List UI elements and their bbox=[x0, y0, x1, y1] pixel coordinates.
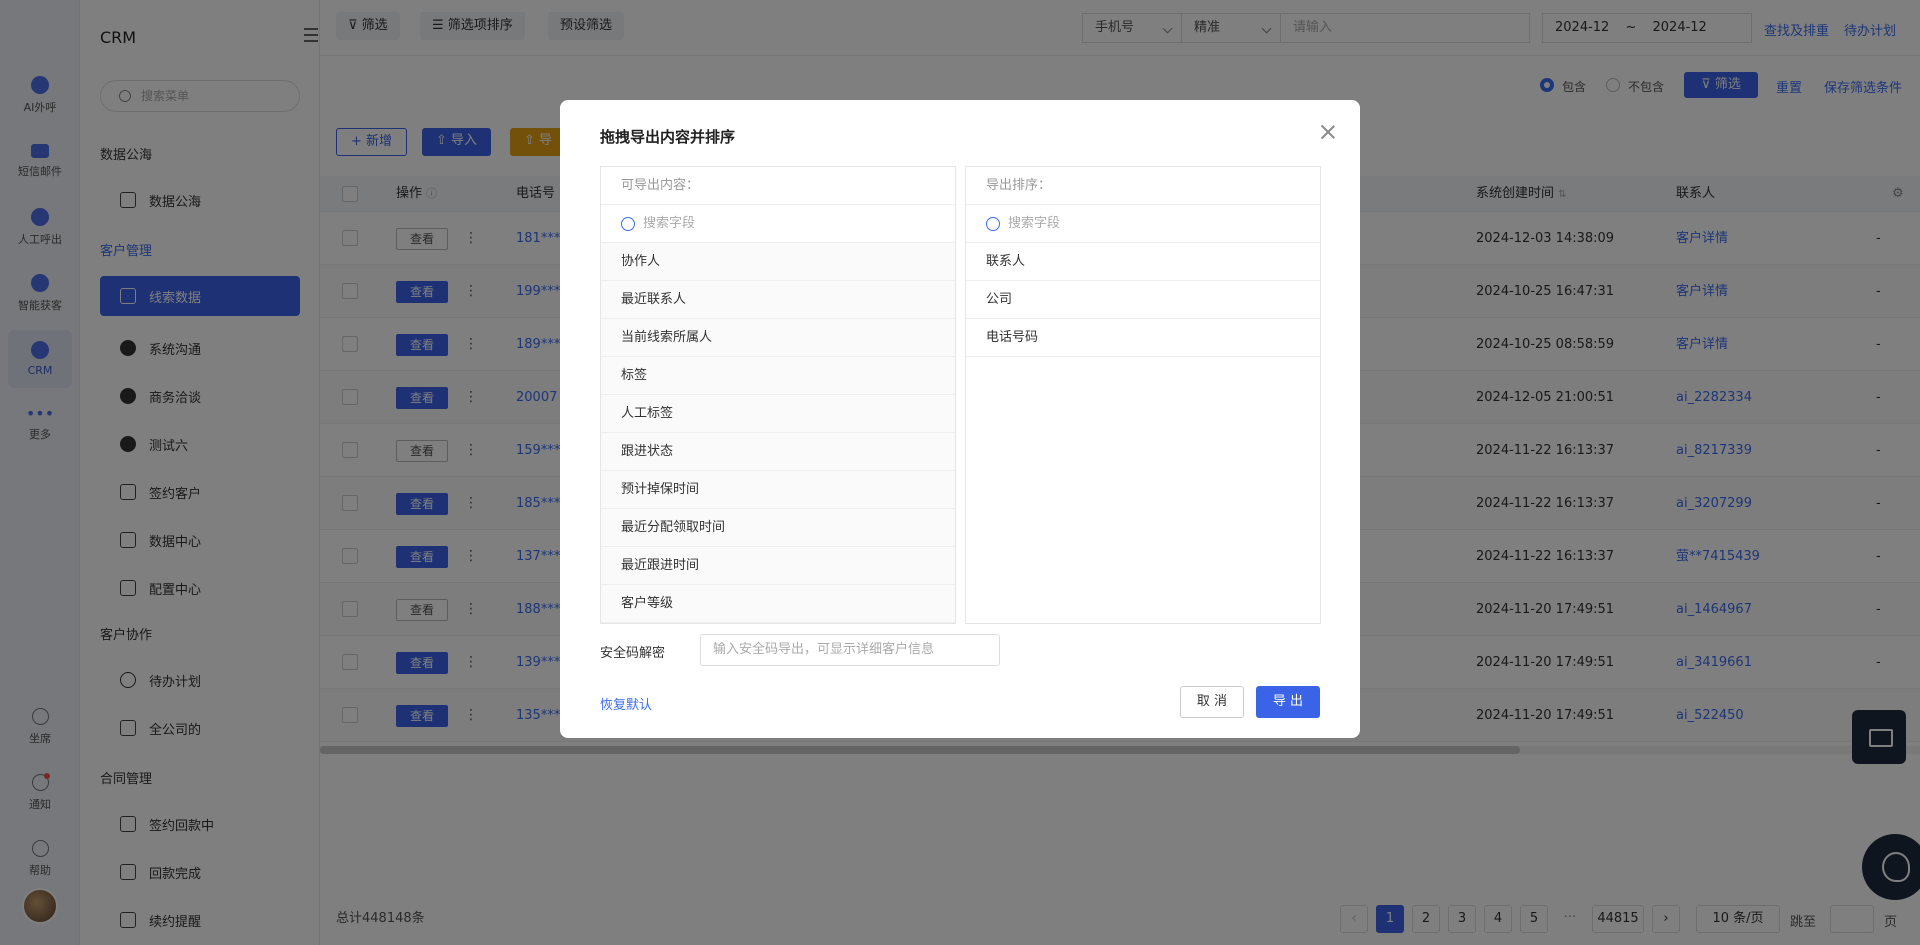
export-confirm-button[interactable]: 导 出 bbox=[1256, 686, 1320, 718]
available-fields-list: 协作人 最近联系人 当前线索所属人 标签 人工标签 跟进状态 预计掉保时间 最近分配领取时间最… bbox=[601, 243, 955, 623]
available-fields-heading: 可导出内容： bbox=[601, 167, 955, 205]
security-code-input[interactable]: 输入安全码导出，可显示详细客户信息 bbox=[700, 634, 1000, 666]
security-code-label: 安全码解密 bbox=[600, 646, 666, 661]
available-fields-search[interactable]: 搜索字段 bbox=[601, 205, 955, 243]
export-modal: 拖拽导出内容并排序 可导出内容： 搜索字段 协作人 最近联系人 当前线索所属人 标签人… bbox=[560, 100, 1360, 738]
search-placeholder: 搜索字段 bbox=[1008, 216, 1061, 231]
available-field-item[interactable]: 协作人 bbox=[601, 243, 955, 281]
available-field-item[interactable]: 客户等级 bbox=[601, 585, 955, 623]
export-order-item[interactable]: 联系人 bbox=[966, 243, 1320, 281]
available-field-item[interactable]: 最近跟进时间 bbox=[601, 547, 955, 585]
available-field-item[interactable]: 人工标签 bbox=[601, 395, 955, 433]
modal-title: 拖拽导出内容并排序 bbox=[600, 128, 736, 146]
export-order-item[interactable]: 电话号码 bbox=[966, 319, 1320, 357]
search-icon bbox=[986, 217, 1000, 231]
available-field-item[interactable]: 跟进状态 bbox=[601, 433, 955, 471]
cancel-button[interactable]: 取 消 bbox=[1180, 686, 1244, 718]
search-icon bbox=[621, 217, 635, 231]
export-order-heading: 导出排序： bbox=[966, 167, 1320, 205]
available-field-item[interactable]: 标签 bbox=[601, 357, 955, 395]
available-field-item[interactable]: 最近分配领取时间 bbox=[601, 509, 955, 547]
restore-default-link[interactable]: 恢复默认 bbox=[600, 694, 652, 713]
available-field-item[interactable]: 最近联系人 bbox=[601, 281, 955, 319]
search-placeholder: 搜索字段 bbox=[643, 216, 696, 231]
available-field-item[interactable]: 预计掉保时间 bbox=[601, 471, 955, 509]
available-fields-pane: 可导出内容： 搜索字段 协作人 最近联系人 当前线索所属人 标签 人工标签 跟进状态 预计掉… bbox=[600, 166, 956, 624]
available-field-item[interactable]: 当前线索所属人 bbox=[601, 319, 955, 357]
close-icon[interactable] bbox=[1318, 122, 1338, 142]
export-order-list: 联系人 公司 电话号码 bbox=[966, 243, 1320, 357]
export-order-item[interactable]: 公司 bbox=[966, 281, 1320, 319]
export-order-search[interactable]: 搜索字段 bbox=[966, 205, 1320, 243]
security-code-placeholder: 输入安全码导出，可显示详细客户信息 bbox=[713, 642, 935, 657]
export-order-pane: 导出排序： 搜索字段 联系人 公司 电话号码 bbox=[965, 166, 1321, 624]
